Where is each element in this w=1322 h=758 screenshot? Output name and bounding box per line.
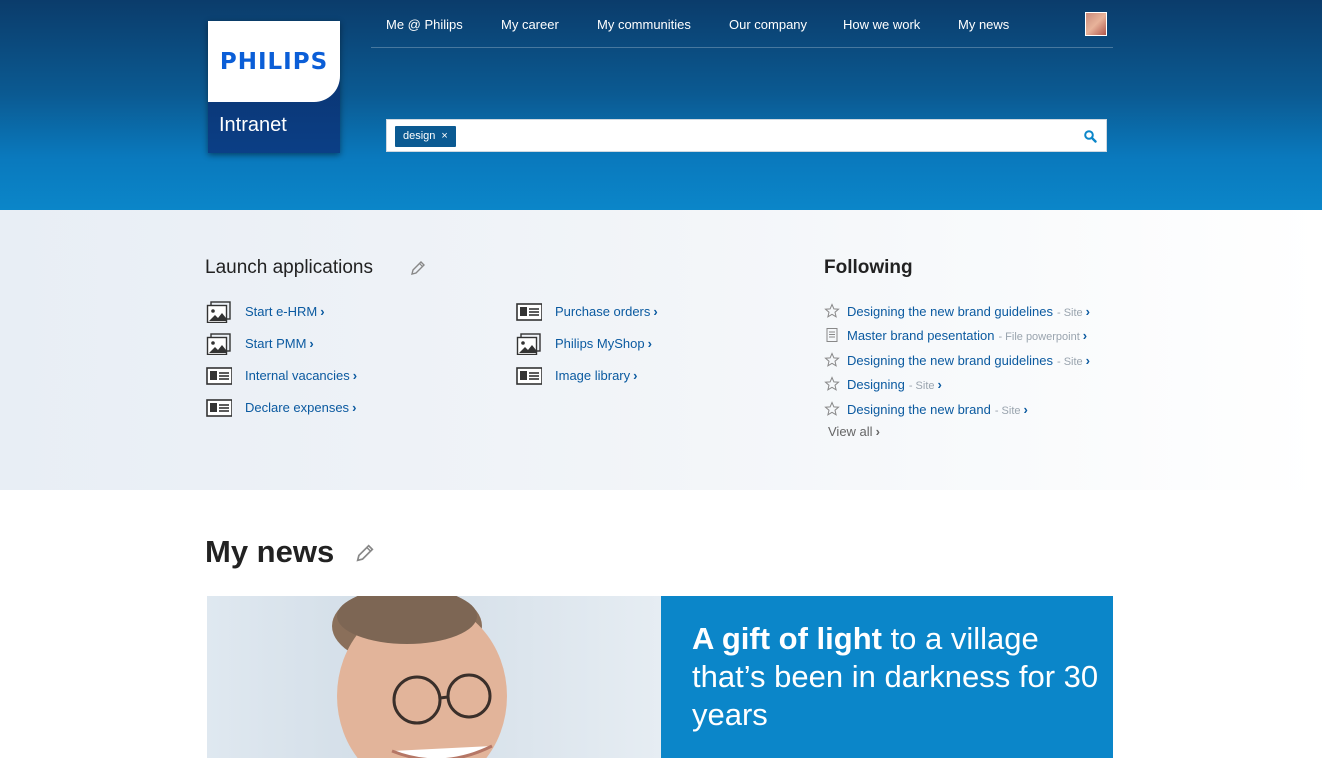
news-photo (207, 596, 661, 758)
star-icon (824, 376, 840, 391)
following-label: Master brand pesentation (847, 328, 995, 343)
nav-item-my-career[interactable]: My career (501, 17, 559, 32)
news-headline-panel: A gift of light to a village that’s been… (661, 596, 1113, 758)
news-headline[interactable]: A gift of light to a village that’s been… (692, 620, 1102, 734)
user-avatar[interactable] (1085, 12, 1107, 36)
search-icon[interactable] (1083, 129, 1097, 143)
id-card-icon (516, 303, 542, 321)
search-tag-label: design (403, 130, 436, 142)
my-news-title: My news (205, 534, 335, 569)
nav-item-my-news[interactable]: My news (958, 17, 1009, 32)
launch-following-band (0, 210, 1322, 490)
chevron-right-icon: › (875, 424, 880, 439)
following-meta: - Site (908, 380, 935, 392)
view-all-label: View all (828, 424, 873, 439)
chevron-right-icon: › (653, 304, 658, 319)
id-card-icon (206, 367, 232, 385)
chevron-right-icon: › (352, 368, 358, 383)
chevron-right-icon: › (1085, 304, 1091, 319)
following-meta: - Site (1056, 356, 1083, 368)
nav-item-me-at-philips[interactable]: Me @ Philips (386, 17, 463, 32)
chevron-right-icon: › (320, 304, 325, 319)
app-label: Declare expenses (245, 400, 350, 415)
header: PHILIPS Intranet Me @ Philips My career … (0, 0, 1322, 210)
edit-pencil-icon[interactable] (409, 259, 427, 277)
following-label: Designing (847, 377, 905, 392)
chevron-right-icon: › (647, 336, 652, 351)
chevron-right-icon: › (1085, 353, 1091, 368)
chevron-right-icon: › (352, 400, 357, 415)
following-label: Designing the new brand guidelines (847, 353, 1053, 368)
top-navigation: Me @ Philips My career My communities Ou… (371, 0, 1113, 48)
id-card-icon (206, 399, 232, 417)
app-label: Philips MyShop (555, 336, 645, 351)
app-label: Purchase orders (555, 304, 651, 319)
image-icon (206, 301, 231, 323)
app-label: Start e-HRM (245, 304, 318, 319)
chevron-right-icon: › (937, 377, 942, 392)
nav-item-how-we-work[interactable]: How we work (843, 17, 920, 32)
id-card-icon (516, 367, 542, 385)
document-icon (826, 328, 838, 342)
chevron-right-icon: › (309, 336, 314, 351)
app-label: Image library (555, 368, 631, 383)
following-label: Designing the new brand (847, 402, 991, 417)
app-label: Internal vacancies (245, 368, 350, 383)
news-headline-bold: A gift of light (692, 621, 882, 656)
launch-applications-title: Launch applications (205, 257, 373, 278)
star-icon (824, 352, 840, 367)
app-label: Start PMM (245, 336, 307, 351)
star-icon (824, 303, 840, 318)
search-tag: design × (395, 126, 456, 147)
logo-subtitle: Intranet (219, 114, 287, 136)
philips-intranet-logo[interactable]: PHILIPS Intranet (208, 21, 340, 153)
chevron-right-icon: › (1023, 402, 1028, 417)
logo-wordmark: PHILIPS (219, 49, 329, 75)
nav-item-my-communities[interactable]: My communities (597, 17, 691, 32)
following-meta: - File powerpoint (998, 331, 1080, 343)
edit-pencil-icon[interactable] (354, 542, 376, 564)
following-label: Designing the new brand guidelines (847, 304, 1053, 319)
news-card[interactable]: A gift of light to a village that’s been… (207, 596, 1113, 758)
following-meta: - Site (994, 405, 1021, 417)
nav-item-our-company[interactable]: Our company (729, 17, 807, 32)
chevron-right-icon: › (633, 368, 638, 383)
person-portrait-image (332, 596, 507, 758)
chevron-right-icon: › (1082, 328, 1088, 343)
image-icon (516, 333, 541, 355)
search-input[interactable]: design × (386, 119, 1107, 152)
star-icon (824, 401, 840, 416)
following-meta: - Site (1056, 307, 1083, 319)
following-title: Following (824, 257, 913, 278)
close-icon[interactable]: × (441, 130, 447, 142)
image-icon (206, 333, 231, 355)
view-all-link[interactable]: View all › (828, 424, 880, 439)
